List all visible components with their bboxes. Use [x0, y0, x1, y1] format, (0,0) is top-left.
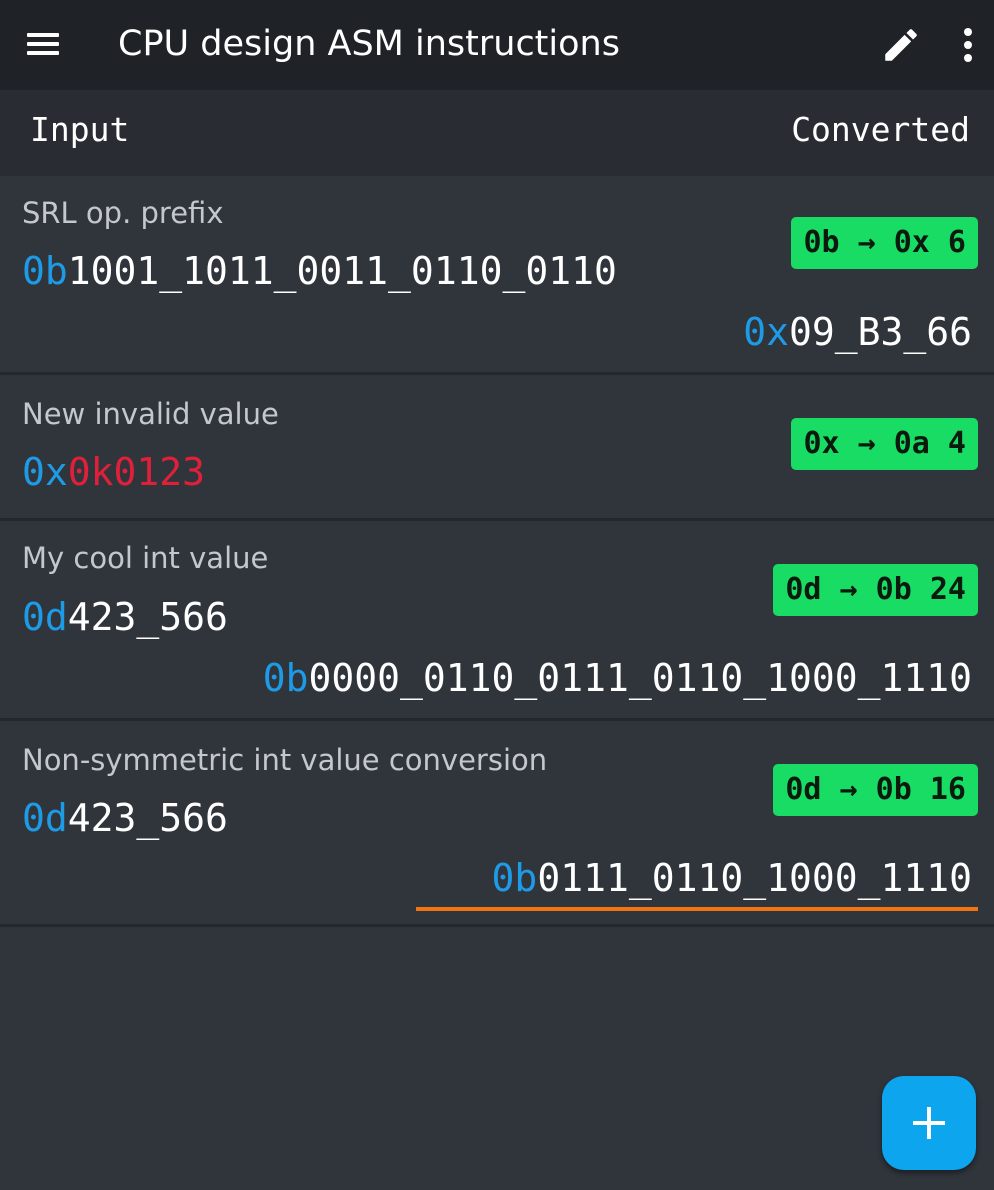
column-header: Input Converted: [0, 90, 994, 176]
menu-icon[interactable]: [26, 31, 60, 57]
app-title: CPU design ASM instructions: [118, 24, 620, 64]
output-digits: 0000_0110_0111_0110_1000_1110: [308, 656, 972, 700]
input-value[interactable]: 0b1001_1011_0011_0110_0110: [22, 247, 617, 295]
row-label: Non-symmetric int value conversion: [22, 743, 548, 777]
invalid-input-digits: 0k0123: [67, 450, 206, 494]
row-label: My cool int value: [22, 541, 269, 575]
input-prefix: 0b: [22, 249, 68, 293]
input-digits: 423_566: [67, 595, 228, 639]
output-prefix: 0b: [491, 856, 538, 900]
converted-column-label: Converted: [791, 110, 970, 149]
input-value[interactable]: 0d423_566: [22, 794, 228, 842]
conversion-badge[interactable]: 0d → 0b 24: [773, 564, 978, 616]
converted-value: 0b0000_0110_0111_0110_1000_1110: [263, 654, 972, 702]
converted-value: 0b0111_0110_1000_1110: [492, 854, 972, 902]
app-bar: CPU design ASM instructions: [0, 0, 994, 90]
add-icon: [913, 1107, 945, 1139]
input-digits: 1001_1011_0011_0110_0110: [67, 249, 617, 293]
input-prefix: 0d: [22, 796, 68, 840]
conversion-badge[interactable]: 0d → 0b 16: [773, 764, 978, 816]
conversion-row[interactable]: Non-symmetric int value conversion 0d → …: [0, 721, 994, 927]
conversion-row[interactable]: New invalid value 0x → 0a 4 0x0k0123: [0, 375, 994, 521]
conversion-row[interactable]: My cool int value 0d → 0b 24 0d423_566 0…: [0, 521, 994, 721]
input-column-label: Input: [30, 110, 130, 149]
add-button[interactable]: [882, 1076, 976, 1170]
converted-value: 0x09_B3_66: [743, 308, 972, 356]
row-label: New invalid value: [22, 397, 279, 431]
input-digits: 423_566: [67, 796, 228, 840]
output-digits: 0111_0110_1000_1110: [537, 856, 972, 900]
output-prefix: 0b: [262, 656, 309, 700]
more-vert-icon[interactable]: [950, 24, 986, 66]
input-value[interactable]: 0x0k0123: [22, 448, 205, 496]
input-prefix: 0x: [22, 450, 68, 494]
warning-underline: [416, 907, 978, 911]
edit-icon[interactable]: [880, 24, 922, 66]
input-prefix: 0d: [22, 595, 68, 639]
output-prefix: 0x: [743, 310, 789, 354]
input-value[interactable]: 0d423_566: [22, 593, 228, 641]
conversion-badge[interactable]: 0x → 0a 4: [791, 418, 978, 470]
conversion-row[interactable]: SRL op. prefix 0b → 0x 6 0b1001_1011_001…: [0, 176, 994, 375]
row-label: SRL op. prefix: [22, 196, 224, 230]
output-digits: 09_B3_66: [788, 310, 972, 354]
conversion-badge[interactable]: 0b → 0x 6: [791, 217, 978, 269]
